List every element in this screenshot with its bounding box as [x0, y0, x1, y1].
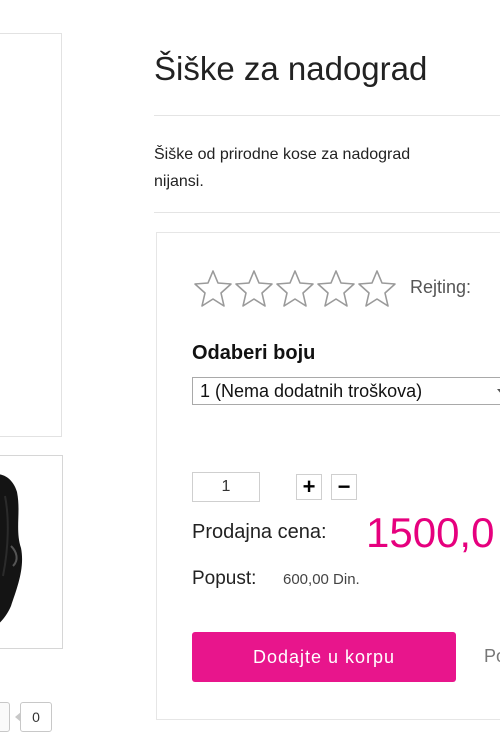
title-divider — [154, 115, 500, 116]
star-icon — [276, 270, 314, 307]
description-line: Šiške od prirodne kose za nadograd — [154, 146, 411, 163]
discount-label: Popust: — [192, 568, 257, 589]
share-count-badge: 0 — [15, 702, 52, 732]
product-description: Šiške od prirodne kose za nadograd nijan… — [154, 141, 500, 195]
price-label: Prodajna cena: — [192, 521, 327, 543]
description-line: nijansi. — [154, 173, 204, 190]
star-icon-group — [194, 270, 396, 307]
star-icon — [317, 270, 355, 307]
secondary-link[interactable]: Po — [484, 646, 500, 667]
color-select-label: Odaberi boju — [192, 342, 316, 364]
quantity-decrease-button[interactable]: − — [331, 474, 357, 500]
product-thumbnail[interactable] — [0, 455, 63, 649]
color-select[interactable]: 1 (Nema dodatnih troškova) — [192, 377, 500, 405]
price-value: 1500,0 — [366, 509, 495, 556]
color-select-value: 1 (Nema dodatnih troškova) — [200, 381, 423, 401]
quantity-input[interactable]: 1 — [192, 472, 260, 502]
star-icon — [358, 270, 396, 307]
rating-label: Rejting: — [410, 277, 472, 297]
quantity-increase-button[interactable]: + — [296, 474, 322, 500]
product-title: Šiške za nadograd — [154, 50, 428, 87]
star-icon — [194, 270, 232, 307]
hairpiece-thumbnail-image — [0, 474, 22, 623]
discount-value: 600,00 Din. — [283, 571, 360, 588]
social-share-button[interactable] — [0, 702, 10, 732]
add-to-cart-button[interactable]: Dodajte u korpu — [192, 632, 456, 682]
main-product-image[interactable] — [0, 33, 62, 437]
description-divider — [154, 212, 500, 213]
star-icon — [235, 270, 273, 307]
rating-stars[interactable] — [193, 269, 397, 309]
